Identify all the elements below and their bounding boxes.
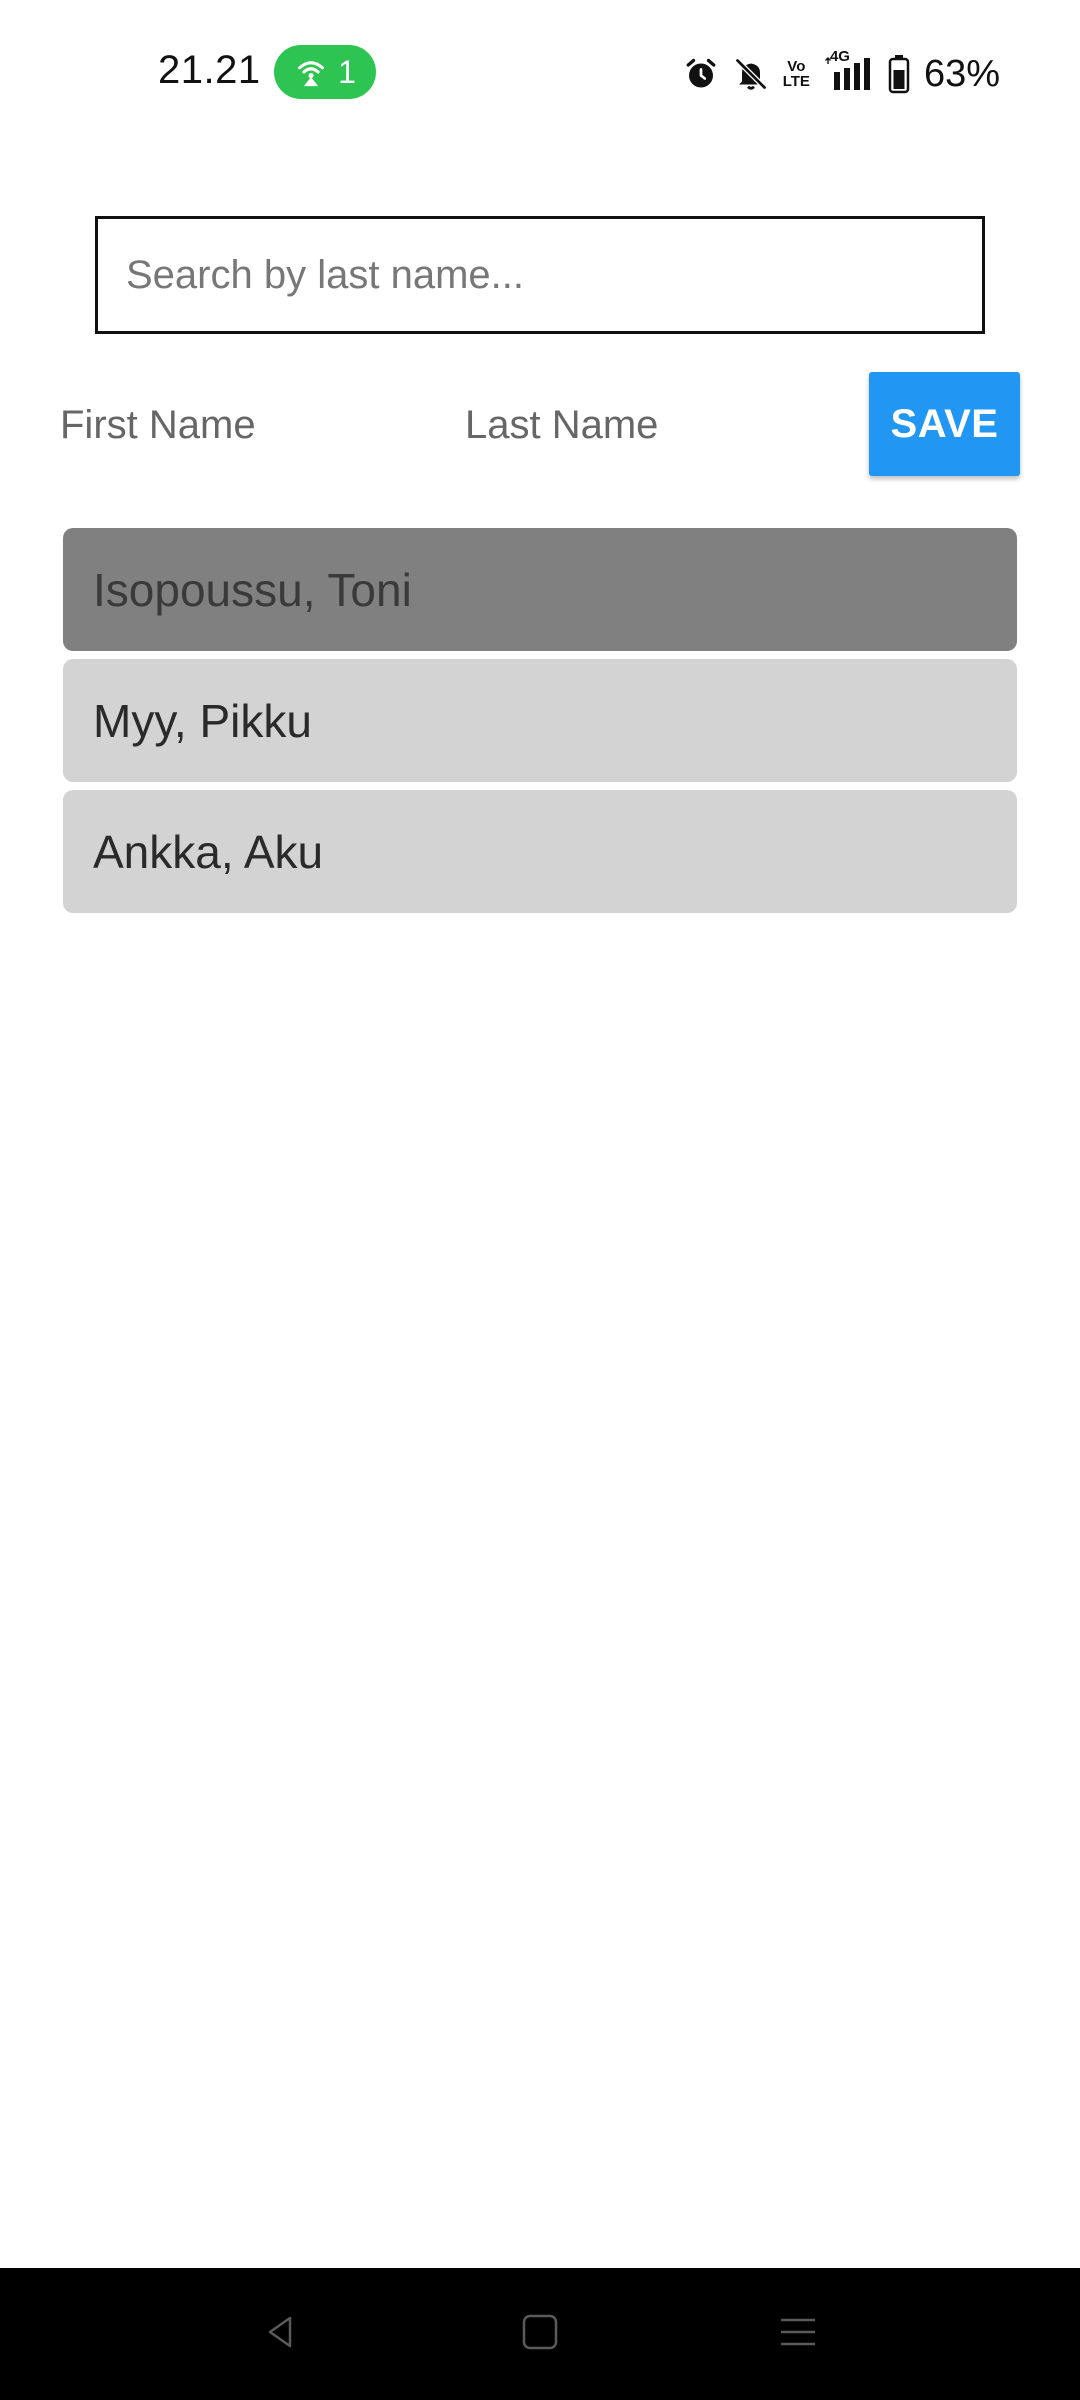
home-button[interactable] [512, 2306, 568, 2362]
search-input[interactable] [95, 216, 985, 334]
person-list: Isopoussu, Toni Myy, Pikku Ankka, Aku [63, 528, 1017, 921]
list-item[interactable]: Isopoussu, Toni [63, 528, 1017, 651]
menu-icon [778, 2312, 818, 2357]
volte-line2: LTE [782, 73, 810, 90]
recents-button[interactable] [770, 2306, 826, 2362]
hotspot-count: 1 [338, 53, 356, 90]
navigation-bar [0, 2268, 1080, 2400]
status-time: 21.21 [158, 48, 261, 92]
bell-off-icon [733, 56, 769, 92]
first-name-field[interactable] [60, 385, 440, 465]
list-item-label: Isopoussu, Toni [93, 563, 412, 616]
signal-icon: 4G [824, 48, 874, 94]
status-icons: Vo LTE 4G 63% [683, 48, 1000, 96]
list-item-label: Myy, Pikku [93, 694, 312, 747]
list-item-label: Ankka, Aku [93, 825, 324, 878]
battery-percent: 63% [923, 52, 1000, 95]
back-button[interactable] [252, 2306, 308, 2362]
last-name-field[interactable] [465, 385, 845, 465]
list-item[interactable]: Ankka, Aku [63, 790, 1017, 913]
hotspot-indicator[interactable]: 1 [274, 45, 376, 99]
status-bar: 21.21 1 Vo LTE 4G 63% [0, 0, 1080, 146]
hotspot-icon [294, 55, 328, 89]
battery-icon [888, 54, 910, 94]
alarm-icon [683, 56, 719, 92]
back-icon [260, 2312, 300, 2357]
app-screen: 21.21 1 Vo LTE 4G 63% Search by last nam… [0, 0, 1080, 2400]
home-icon [520, 2312, 560, 2357]
volte-icon: Vo LTE [783, 59, 810, 89]
save-button[interactable]: SAVE [869, 372, 1020, 476]
list-item[interactable]: Myy, Pikku [63, 659, 1017, 782]
